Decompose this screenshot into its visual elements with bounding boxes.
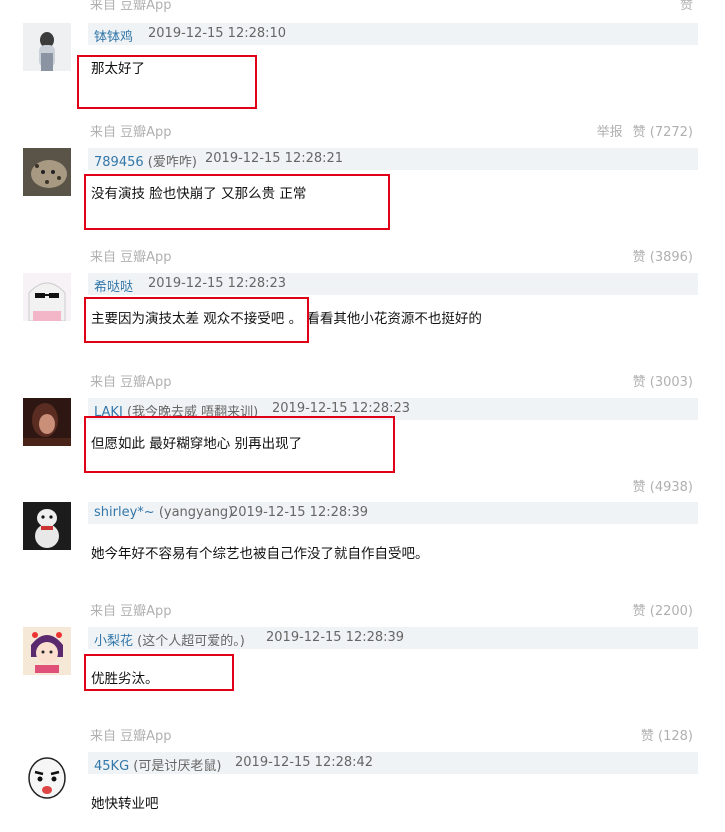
avatar[interactable] xyxy=(23,273,71,321)
avatar[interactable] xyxy=(23,148,71,196)
source-label: 来自 豆瓣App xyxy=(90,125,172,140)
avatar[interactable] xyxy=(23,398,71,446)
timestamp: 2019-12-15 12:28:39 xyxy=(266,630,405,645)
comment-meta: 45KG (可是讨厌老鼠) 2019-12-15 12:28:42 xyxy=(88,752,698,774)
username-link[interactable]: 钵钵鸡 xyxy=(94,26,133,45)
like-button[interactable]: 赞 (2200) xyxy=(633,604,693,619)
source-label: 来自 豆瓣App xyxy=(90,729,172,744)
comment-footer: 来自 豆瓣App 举报赞 (7272) xyxy=(0,121,725,141)
source-label: 来自 豆瓣App xyxy=(90,250,172,265)
highlight-box xyxy=(84,297,309,343)
comment-footer: 来自 豆瓣App 赞 (3003) xyxy=(0,371,725,391)
timestamp: 2019-12-15 12:28:10 xyxy=(148,26,287,41)
comment-meta: 希哒哒 2019-12-15 12:28:23 xyxy=(88,273,698,295)
highlight-box xyxy=(84,174,390,230)
like-button[interactable]: 赞 (3003) xyxy=(633,375,693,390)
like-button[interactable]: 赞 (128) xyxy=(641,729,693,744)
comment-footer: 来自 豆瓣App 赞 (128) xyxy=(0,725,725,745)
avatar[interactable] xyxy=(23,23,71,71)
highlight-box xyxy=(84,416,395,473)
previous-comment-footer: 来自 豆瓣App 赞 xyxy=(0,0,725,14)
comment-text: 她今年好不容易有个综艺也被自己作没了就自作自受吧。 xyxy=(91,546,429,562)
timestamp: 2019-12-15 12:28:21 xyxy=(205,151,344,166)
username-link[interactable]: 小梨花 (这个人超可爱的。) xyxy=(94,630,245,649)
like-button[interactable]: 赞 (7272) xyxy=(633,125,693,140)
highlight-box xyxy=(77,55,257,109)
like-button[interactable]: 赞 (3896) xyxy=(633,250,693,265)
comment-text: 她快转业吧 xyxy=(91,796,159,812)
source-label: 来自 豆瓣App xyxy=(90,375,172,390)
source-label: 来自 豆瓣App xyxy=(90,0,172,13)
comment-footer: 来自 豆瓣App 赞 (3896) xyxy=(0,246,725,266)
avatar[interactable] xyxy=(23,627,71,675)
comment-item: 789456 (爱咋咋) 2019-12-15 12:28:21 没有演技 脸也… xyxy=(0,148,725,265)
comment-footer: 赞 (4938) xyxy=(0,476,725,496)
comment-item: 小梨花 (这个人超可爱的。) 2019-12-15 12:28:39 优胜劣汰。… xyxy=(0,627,725,744)
comment-item: 45KG (可是讨厌老鼠) 2019-12-15 12:28:42 她快转业吧 xyxy=(0,752,725,832)
like-button[interactable]: 赞 xyxy=(680,0,693,13)
comment-footer: 来自 豆瓣App 赞 (2200) xyxy=(0,600,725,620)
like-button[interactable]: 赞 (4938) xyxy=(633,480,693,495)
report-button[interactable]: 举报 xyxy=(597,125,623,140)
comment-meta: 789456 (爱咋咋) 2019-12-15 12:28:21 xyxy=(88,148,698,170)
source-label: 来自 豆瓣App xyxy=(90,604,172,619)
comment-item: shirley*~ (yangyang) 2019-12-15 12:28:39… xyxy=(0,502,725,622)
username-link[interactable]: 45KG (可是讨厌老鼠) xyxy=(94,755,221,774)
comment-meta: 小梨花 (这个人超可爱的。) 2019-12-15 12:28:39 xyxy=(88,627,698,649)
comment-item: LAKI (我今晚去威 唔翻来训) 2019-12-15 12:28:23 但愿… xyxy=(0,398,725,498)
comment-meta: 钵钵鸡 2019-12-15 12:28:10 xyxy=(88,23,698,45)
username-link[interactable]: shirley*~ (yangyang) xyxy=(94,505,233,520)
timestamp: 2019-12-15 12:28:23 xyxy=(272,401,411,416)
highlight-box xyxy=(84,654,234,691)
avatar[interactable] xyxy=(23,752,71,800)
timestamp: 2019-12-15 12:28:42 xyxy=(235,755,374,770)
username-link[interactable]: 789456 (爱咋咋) xyxy=(94,151,197,170)
comment-meta: shirley*~ (yangyang) 2019-12-15 12:28:39 xyxy=(88,502,698,524)
timestamp: 2019-12-15 12:28:23 xyxy=(148,276,287,291)
avatar[interactable] xyxy=(23,502,71,550)
comment-item: 希哒哒 2019-12-15 12:28:23 主要因为演技太差 观众不接受吧 … xyxy=(0,273,725,390)
comment-item: 钵钵鸡 2019-12-15 12:28:10 那太好了 来自 豆瓣App 举报… xyxy=(0,23,725,140)
timestamp: 2019-12-15 12:28:39 xyxy=(230,505,369,520)
username-link[interactable]: 希哒哒 xyxy=(94,276,133,295)
